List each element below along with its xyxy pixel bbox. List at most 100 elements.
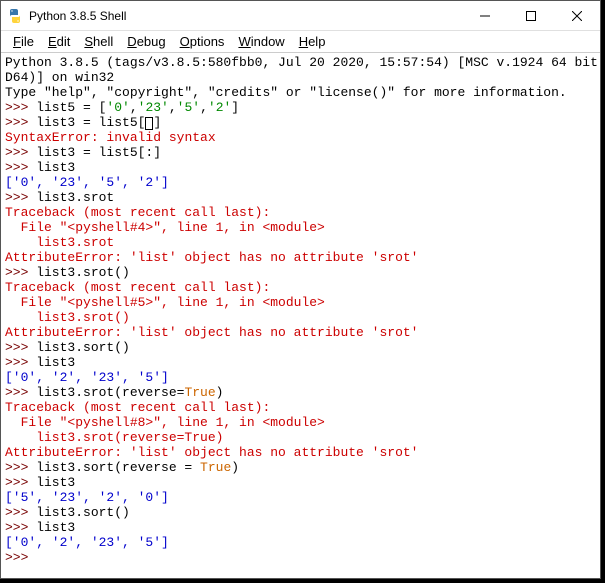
terminal-text: : 'list' object has no attribute 'srot'	[114, 250, 418, 265]
menu-window[interactable]: Window	[232, 32, 290, 51]
terminal-line: list3.srot(reverse=True)	[5, 430, 596, 445]
terminal-line: >>> list3	[5, 475, 596, 490]
terminal-line: >>> list3.sort(reverse = True)	[5, 460, 596, 475]
terminal-text: ,	[200, 100, 208, 115]
close-button[interactable]	[554, 1, 600, 30]
terminal-line: ['0', '23', '5', '2']	[5, 175, 596, 190]
terminal-line: File "<pyshell#5>", line 1, in <module>	[5, 295, 596, 310]
terminal-text: >>>	[5, 385, 28, 400]
terminal-line: Type "help", "copyright", "credits" or "…	[5, 85, 596, 100]
terminal-text: list3.sort()	[28, 505, 129, 520]
terminal-text: File "<pyshell#8>", line 1, in <module>	[5, 415, 325, 430]
terminal-line: Traceback (most recent call last):	[5, 400, 596, 415]
window-controls	[462, 1, 600, 30]
terminal-text: AttributeError	[5, 325, 114, 340]
terminal-text: File "<pyshell#5>", line 1, in <module>	[5, 295, 325, 310]
terminal-line: ['5', '23', '2', '0']	[5, 490, 596, 505]
terminal-text: '5'	[177, 100, 200, 115]
menubar: FileEditShellDebugOptionsWindowHelp	[1, 31, 600, 53]
terminal-text: True	[184, 385, 215, 400]
terminal-text: >>>	[5, 550, 28, 565]
terminal-line: File "<pyshell#4>", line 1, in <module>	[5, 220, 596, 235]
terminal-text: list3.srot()	[28, 265, 129, 280]
terminal-text: list3 = list5[:]	[28, 145, 161, 160]
menu-debug[interactable]: Debug	[121, 32, 171, 51]
terminal-line: >>>	[5, 550, 596, 565]
terminal-line: >>> list3.srot()	[5, 265, 596, 280]
minimize-button[interactable]	[462, 1, 508, 30]
terminal-line: SyntaxError: invalid syntax	[5, 130, 596, 145]
menu-help[interactable]: Help	[293, 32, 332, 51]
terminal-text: ]	[153, 115, 161, 130]
terminal-line: >>> list5 = ['0','23','5','2']	[5, 100, 596, 115]
terminal-text: Type "help", "copyright", "credits" or "…	[5, 85, 567, 100]
terminal-text: list3.srot(reverse=True)	[5, 430, 223, 445]
terminal-text	[28, 550, 36, 565]
terminal-text: list3 = list5[	[28, 115, 145, 130]
terminal-text: ['0', '2', '23', '5']	[5, 535, 169, 550]
terminal-text: >>>	[5, 460, 28, 475]
terminal-text: '0'	[106, 100, 129, 115]
terminal-text: list3.sort(reverse =	[28, 460, 200, 475]
terminal-text: AttributeError	[5, 250, 114, 265]
terminal-text: : 'list' object has no attribute 'srot'	[114, 445, 418, 460]
terminal-text: ['0', '2', '23', '5']	[5, 370, 169, 385]
terminal-text: list3.srot	[28, 190, 114, 205]
terminal-line: D64)] on win32	[5, 70, 596, 85]
terminal-text: D64)] on win32	[5, 70, 114, 85]
terminal-line: >>> list3	[5, 355, 596, 370]
terminal-text: AttributeError	[5, 445, 114, 460]
terminal-text: list3.srot()	[5, 310, 130, 325]
terminal-line: File "<pyshell#8>", line 1, in <module>	[5, 415, 596, 430]
terminal-text: ,	[130, 100, 138, 115]
terminal-text: list3.srot(reverse=	[28, 385, 184, 400]
terminal-line: >>> list3.srot(reverse=True)	[5, 385, 596, 400]
terminal-text: >>>	[5, 340, 28, 355]
terminal-text: list5 = [	[28, 100, 106, 115]
terminal-line: list3.srot	[5, 235, 596, 250]
terminal-text: ['5', '23', '2', '0']	[5, 490, 169, 505]
terminal-text: list3	[28, 160, 75, 175]
menu-options[interactable]: Options	[174, 32, 231, 51]
terminal-text: ['0', '23', '5', '2']	[5, 175, 169, 190]
terminal-line: ['0', '2', '23', '5']	[5, 370, 596, 385]
terminal-line: Traceback (most recent call last):	[5, 205, 596, 220]
terminal-text: File "<pyshell#4>", line 1, in <module>	[5, 220, 325, 235]
menu-edit[interactable]: Edit	[42, 32, 76, 51]
terminal-text: Python 3.8.5 (tags/v3.8.5:580fbb0, Jul 2…	[5, 55, 600, 70]
shell-output[interactable]: Python 3.8.5 (tags/v3.8.5:580fbb0, Jul 2…	[1, 53, 600, 578]
titlebar: Python 3.8.5 Shell	[1, 1, 600, 31]
terminal-text: Traceback (most recent call last):	[5, 205, 270, 220]
terminal-text: : invalid syntax	[91, 130, 216, 145]
terminal-text: >>>	[5, 505, 28, 520]
terminal-line: >>> list3	[5, 520, 596, 535]
maximize-button[interactable]	[508, 1, 554, 30]
terminal-line: >>> list3 = list5[]	[5, 115, 596, 130]
terminal-text: ,	[169, 100, 177, 115]
terminal-text: >>>	[5, 190, 28, 205]
terminal-line: AttributeError: 'list' object has no att…	[5, 325, 596, 340]
terminal-text: SyntaxError	[5, 130, 91, 145]
app-window: Python 3.8.5 Shell FileEditShellDebugOpt…	[0, 0, 601, 579]
menu-shell[interactable]: Shell	[78, 32, 119, 51]
terminal-text: list3	[28, 520, 75, 535]
terminal-line: >>> list3.sort()	[5, 340, 596, 355]
window-title: Python 3.8.5 Shell	[29, 9, 462, 23]
terminal-text: '2'	[208, 100, 231, 115]
terminal-text: Traceback (most recent call last):	[5, 280, 270, 295]
terminal-text: list3.srot	[5, 235, 114, 250]
terminal-text: >>>	[5, 100, 28, 115]
python-icon	[7, 8, 23, 24]
terminal-text: Traceback (most recent call last):	[5, 400, 270, 415]
terminal-text: list3	[28, 475, 75, 490]
terminal-text: >>>	[5, 520, 28, 535]
terminal-line: ['0', '2', '23', '5']	[5, 535, 596, 550]
terminal-text: list3	[28, 355, 75, 370]
terminal-text: True	[200, 460, 231, 475]
terminal-text: >>>	[5, 355, 28, 370]
menu-file[interactable]: File	[7, 32, 40, 51]
terminal-line: Traceback (most recent call last):	[5, 280, 596, 295]
terminal-text: '23'	[138, 100, 169, 115]
terminal-line: >>> list3.sort()	[5, 505, 596, 520]
terminal-text: >>>	[5, 145, 28, 160]
